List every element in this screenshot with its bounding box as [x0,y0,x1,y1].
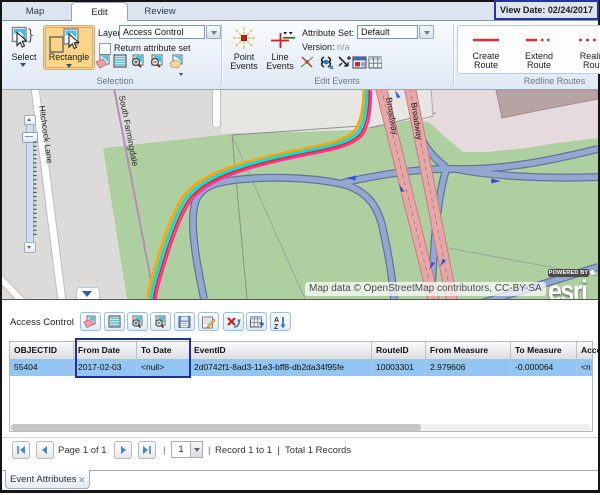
svg-text:}: } [28,27,33,44]
svg-text:Z: Z [274,324,279,330]
svg-text:A: A [274,317,279,324]
